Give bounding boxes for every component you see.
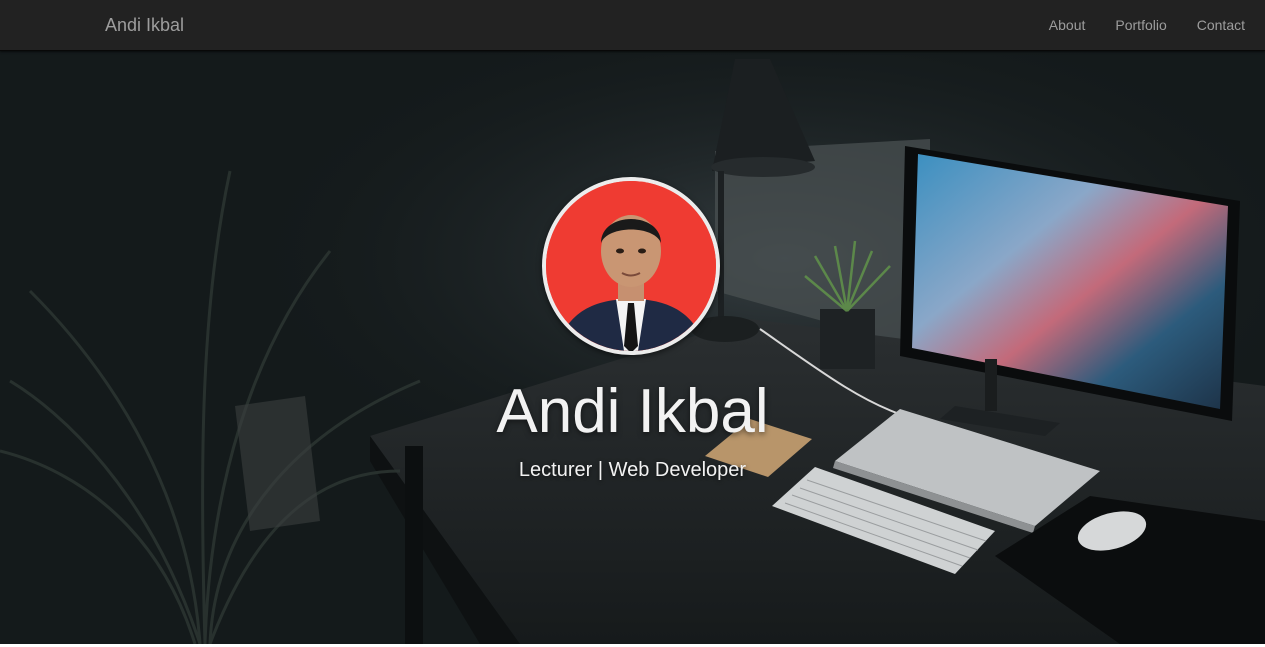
- navbar: Andi Ikbal About Portfolio Contact: [0, 0, 1265, 51]
- nav-link-portfolio[interactable]: Portfolio: [1115, 17, 1166, 33]
- hero-tagline: Lecturer | Web Developer: [518, 459, 747, 481]
- nav-links: About Portfolio Contact: [1049, 17, 1245, 33]
- hero-section: Andi Ikbal Lecturer | Web Developer: [0, 51, 1265, 644]
- nav-link-contact[interactable]: Contact: [1197, 17, 1245, 33]
- profile-photo: [542, 177, 720, 355]
- nav-link-about[interactable]: About: [1049, 17, 1086, 33]
- hero-name: Andi Ikbal: [496, 377, 769, 446]
- brand-link[interactable]: Andi Ikbal: [105, 15, 184, 36]
